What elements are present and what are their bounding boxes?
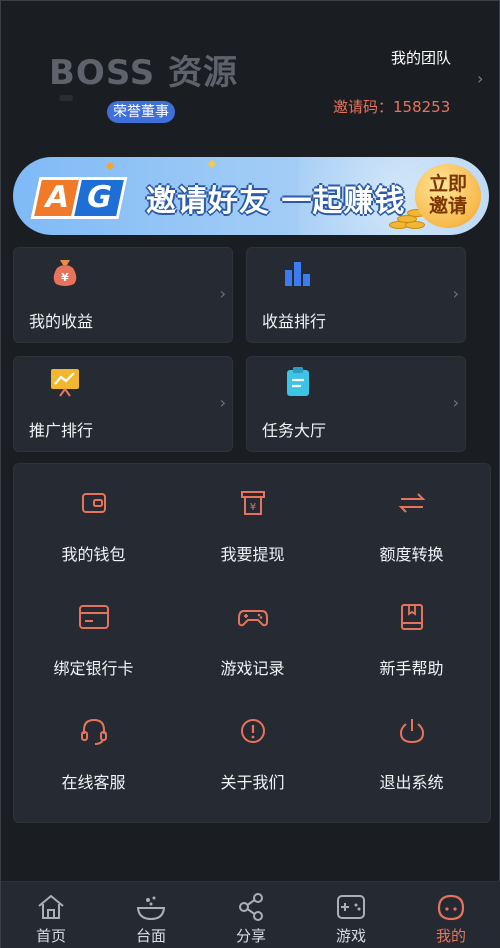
invite-code: 邀请码：158253: [333, 98, 451, 116]
clipboard-icon: [287, 367, 309, 396]
profile-icon: [437, 894, 465, 921]
menu-label: 关于我们: [220, 773, 285, 792]
share-icon: [239, 893, 263, 921]
watermark-text: BOSS 资源: [49, 53, 239, 93]
table-icon: [136, 896, 166, 921]
gamepad-icon: [237, 610, 268, 627]
bar-chart-icon: [285, 262, 310, 286]
card-promotion-ranking[interactable]: 推广排行 ›: [13, 356, 233, 452]
menu-about-us[interactable]: 关于我们: [173, 692, 332, 804]
headset-icon: [80, 718, 107, 745]
my-team-link[interactable]: 我的团队: [391, 47, 451, 68]
chevron-right-icon: ›: [452, 284, 459, 303]
chevron-right-icon: ›: [452, 393, 459, 412]
banner-title: 邀请好友 一起赚钱: [146, 184, 406, 219]
trend-board-icon: [51, 369, 79, 397]
logo-letter-g: G: [70, 177, 128, 219]
invite-banner[interactable]: A G 邀请好友 一起赚钱 立即 邀请: [13, 157, 489, 235]
nav-label: 我的: [435, 927, 466, 945]
sparkle-icon: [207, 159, 217, 169]
ag-logo: A G: [30, 177, 128, 219]
profile-header: BOSS 资源 荣誉董事 我的团队 › 邀请码：158253: [1, 1, 500, 151]
nav-label: 台面: [135, 927, 166, 945]
nav-table[interactable]: 台面: [101, 882, 201, 948]
svg-text:¥: ¥: [249, 502, 255, 513]
card-my-earnings[interactable]: ¥ 我的收益 ›: [13, 247, 233, 343]
menu-bind-bank-card[interactable]: 绑定银行卡: [14, 578, 173, 690]
menu-label: 我要提现: [220, 545, 285, 564]
menu-label: 我的钱包: [61, 545, 126, 564]
bank-card-icon: [78, 605, 109, 629]
menu-label: 额度转换: [379, 545, 444, 564]
game-icon: [337, 895, 365, 919]
menu-game-records[interactable]: 游戏记录: [173, 578, 332, 690]
chevron-right-icon: ›: [219, 284, 226, 303]
info-icon: [240, 719, 265, 743]
menu-label: 在线客服: [61, 773, 126, 792]
nav-profile[interactable]: 我的: [401, 882, 500, 948]
nav-label: 首页: [35, 927, 66, 945]
chevron-right-icon[interactable]: ›: [477, 69, 483, 88]
menu-label: 退出系统: [379, 773, 444, 792]
menu-logout[interactable]: 退出系统: [332, 692, 491, 804]
menu-beginner-help[interactable]: 新手帮助: [332, 578, 491, 690]
power-icon: [399, 719, 424, 744]
card-earnings-ranking[interactable]: 收益排行 ›: [246, 247, 466, 343]
rank-badge: 荣誉董事: [107, 101, 175, 123]
money-bag-icon: ¥: [53, 260, 77, 286]
menu-label: 绑定银行卡: [53, 659, 134, 678]
bottom-nav: 首页 台面 分享 游戏 我的: [1, 881, 500, 948]
nav-home[interactable]: 首页: [1, 882, 101, 948]
sparkle-icon: [105, 161, 115, 171]
menu-online-service[interactable]: 在线客服: [14, 692, 173, 804]
menu-withdraw[interactable]: ¥ 我要提现: [173, 464, 332, 576]
home-icon: [38, 894, 64, 919]
nav-label: 游戏: [335, 927, 366, 945]
book-icon: [400, 604, 423, 630]
menu-label: 新手帮助: [379, 659, 444, 678]
card-label: 任务大厅: [262, 421, 327, 440]
menu-quota-transfer[interactable]: 额度转换: [332, 464, 491, 576]
withdraw-icon: ¥: [240, 491, 265, 515]
nav-game[interactable]: 游戏: [301, 882, 401, 948]
card-task-hall[interactable]: 任务大厅 ›: [246, 356, 466, 452]
nav-label: 分享: [235, 927, 266, 945]
invite-now-button[interactable]: 立即 邀请: [415, 164, 481, 228]
nav-share[interactable]: 分享: [201, 882, 301, 948]
chevron-right-icon: ›: [219, 393, 226, 412]
menu-wallet[interactable]: 我的钱包: [14, 464, 173, 576]
invite-now-line2: 邀请: [428, 195, 467, 217]
card-label: 我的收益: [29, 312, 94, 331]
menu-label: 游戏记录: [220, 659, 285, 678]
card-label: 收益排行: [262, 312, 327, 331]
svg-text:¥: ¥: [61, 271, 69, 284]
app-screen: BOSS 资源 荣誉董事 我的团队 › 邀请码：158253 A G 邀请好友 …: [0, 0, 500, 948]
avatar: [59, 95, 73, 101]
transfer-icon: [398, 493, 425, 513]
wallet-icon: [81, 493, 106, 513]
invite-now-line1: 立即: [428, 173, 467, 195]
menu-grid-panel: 我的钱包 ¥ 我要提现 额度转换 绑定银行卡 游戏记录 新手帮助 在线客服 关于…: [13, 463, 491, 823]
card-label: 推广排行: [29, 421, 94, 440]
